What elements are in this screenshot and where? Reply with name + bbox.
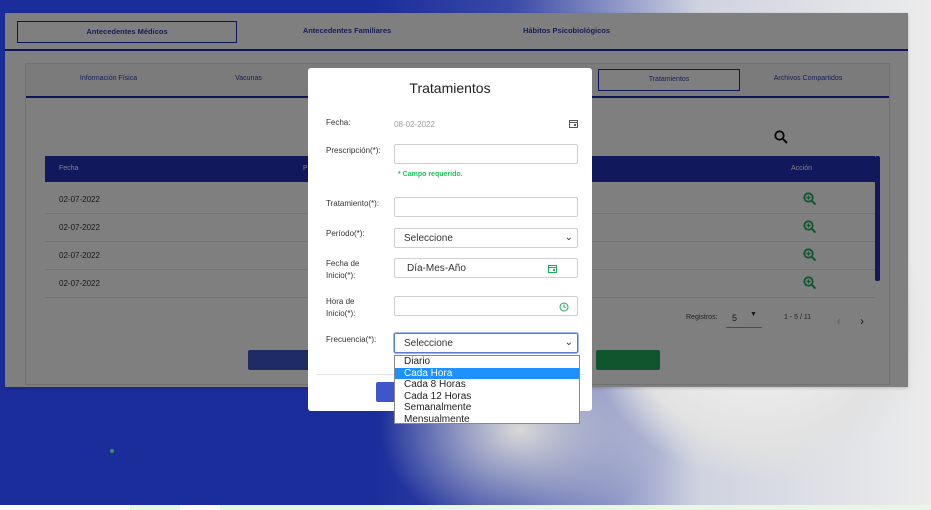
chevron-down-icon: ⌄ <box>564 232 573 243</box>
option-semanalmente[interactable]: Semanalmente <box>395 402 579 414</box>
clock-icon[interactable] <box>559 302 569 312</box>
fecha-inicio-label: Fecha de Inicio(*): <box>326 259 360 280</box>
prescripcion-input[interactable] <box>394 144 578 164</box>
required-message: * Campo requerido. <box>398 171 463 178</box>
fecha-value: 08-02-2022 <box>394 120 435 129</box>
option-cada-8-horas[interactable]: Cada 8 Horas <box>395 379 579 391</box>
periodo-label: Período(*): <box>326 229 365 238</box>
frecuencia-dropdown: Diario Cada Hora Cada 8 Horas Cada 12 Ho… <box>394 355 580 426</box>
bottom-strip <box>0 505 931 510</box>
frecuencia-label: Frecuencia(*): <box>326 335 377 344</box>
frecuencia-select[interactable]: Seleccione ⌄ <box>394 333 578 353</box>
calendar-icon[interactable] <box>548 264 557 273</box>
periodo-value: Seleccione <box>404 233 453 244</box>
tratamiento-input[interactable] <box>394 197 578 217</box>
hora-inicio-label: Hora de Inicio(*): <box>326 297 356 318</box>
modal-title: Tratamientos <box>409 80 491 96</box>
fecha-inicio-placeholder: Día-Mes-Año <box>407 263 466 274</box>
option-cada-hora[interactable]: Cada Hora <box>395 367 579 379</box>
periodo-select[interactable]: Seleccione ⌄ <box>394 228 578 248</box>
option-cada-12-horas[interactable]: Cada 12 Horas <box>395 391 579 403</box>
fecha-inicio-input[interactable]: Día-Mes-Año <box>394 258 578 278</box>
option-diario[interactable]: Diario <box>395 356 579 368</box>
decorative-dot <box>110 449 114 453</box>
hora-inicio-input[interactable] <box>394 296 578 316</box>
chevron-down-icon: ⌄ <box>564 337 573 348</box>
calendar-icon[interactable] <box>569 119 578 128</box>
fecha-label: Fecha: <box>326 118 351 127</box>
option-mensualmente[interactable]: Mensualmente <box>395 414 579 426</box>
tratamiento-label: Tratamiento(*): <box>326 199 380 208</box>
prescripcion-label: Prescripción(*): <box>326 146 381 155</box>
frecuencia-value: Seleccione <box>404 338 453 349</box>
